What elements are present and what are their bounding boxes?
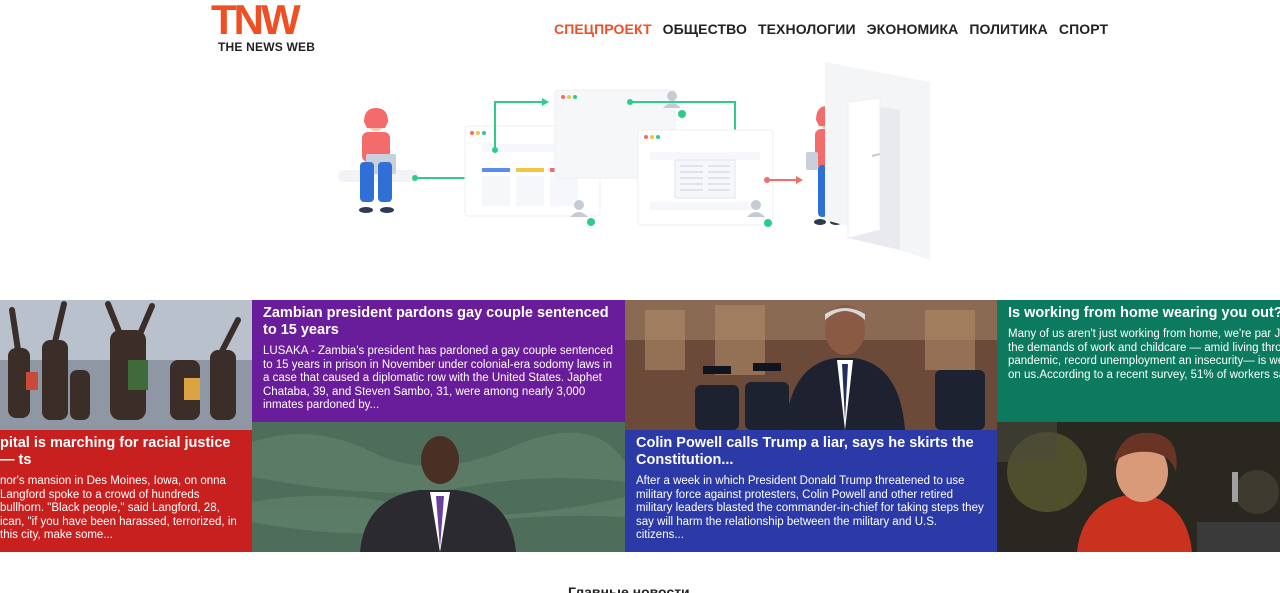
nav-item-technology[interactable]: ТЕХНОЛОГИИ (758, 21, 856, 37)
main-nav: СПЕЦПРОЕКТ ОБЩЕСТВО ТЕХНОЛОГИИ ЭКОНОМИКА… (554, 21, 1108, 37)
section-title: Главные новости (568, 584, 690, 593)
colin-powell-photo (625, 300, 997, 430)
news-card-text: Is working from home wearing you out? Do… (997, 300, 1280, 422)
news-card[interactable]: Is working from home wearing you out? Do… (997, 300, 1280, 552)
door-illustration (825, 62, 930, 260)
news-summary: After a week in which President Donald T… (636, 475, 984, 541)
news-card-text: pital is marching for racial justice — t… (0, 430, 252, 552)
news-card[interactable]: Zambian president pardons gay couple sen… (252, 300, 625, 552)
nav-item-sport[interactable]: СПОРТ (1059, 21, 1108, 37)
hero-illustration (338, 62, 930, 260)
remote-worker-photo (997, 422, 1280, 552)
news-summary: LUSAKA - Zambia's president has pardoned… (263, 345, 613, 411)
news-summary: Many of us aren't just working from home… (1008, 328, 1280, 381)
nav-item-society[interactable]: ОБЩЕСТВО (663, 21, 747, 37)
news-headline[interactable]: Colin Powell calls Trump a liar, says he… (636, 435, 986, 469)
news-card-text: Colin Powell calls Trump a liar, says he… (625, 430, 997, 552)
nav-item-economy[interactable]: ЭКОНОМИКА (867, 21, 959, 37)
logo-mark: TNW (211, 0, 301, 43)
logo-subtitle: THE NEWS WEB (218, 40, 316, 54)
document-window-illustration (637, 129, 774, 226)
news-card[interactable]: pital is marching for racial justice — t… (0, 300, 252, 552)
news-headline[interactable]: Is working from home wearing you out? Do… (1008, 305, 1280, 322)
person-laptop-illustration (359, 108, 396, 213)
nav-item-politics[interactable]: ПОЛИТИКА (969, 21, 1048, 37)
news-card[interactable]: Colin Powell calls Trump a liar, says he… (625, 300, 997, 552)
featured-news-grid: pital is marching for racial justice — t… (0, 300, 1280, 552)
news-summary: nor's mansion in Des Moines, Iowa, on on… (0, 475, 237, 541)
site-logo[interactable]: TNW THE NEWS WEB (211, 0, 323, 54)
news-headline[interactable]: Zambian president pardons gay couple sen… (263, 305, 614, 339)
news-headline[interactable]: pital is marching for racial justice — t… (0, 435, 241, 469)
zambia-president-photo (252, 422, 625, 552)
nav-item-special[interactable]: СПЕЦПРОЕКТ (554, 21, 652, 37)
page: TNW THE NEWS WEB СПЕЦПРОЕКТ ОБЩЕСТВО ТЕХ… (0, 0, 1280, 593)
protest-photo (0, 300, 252, 430)
news-card-text: Zambian president pardons gay couple sen… (252, 300, 625, 422)
site-header: TNW THE NEWS WEB СПЕЦПРОЕКТ ОБЩЕСТВО ТЕХ… (0, 0, 1280, 60)
